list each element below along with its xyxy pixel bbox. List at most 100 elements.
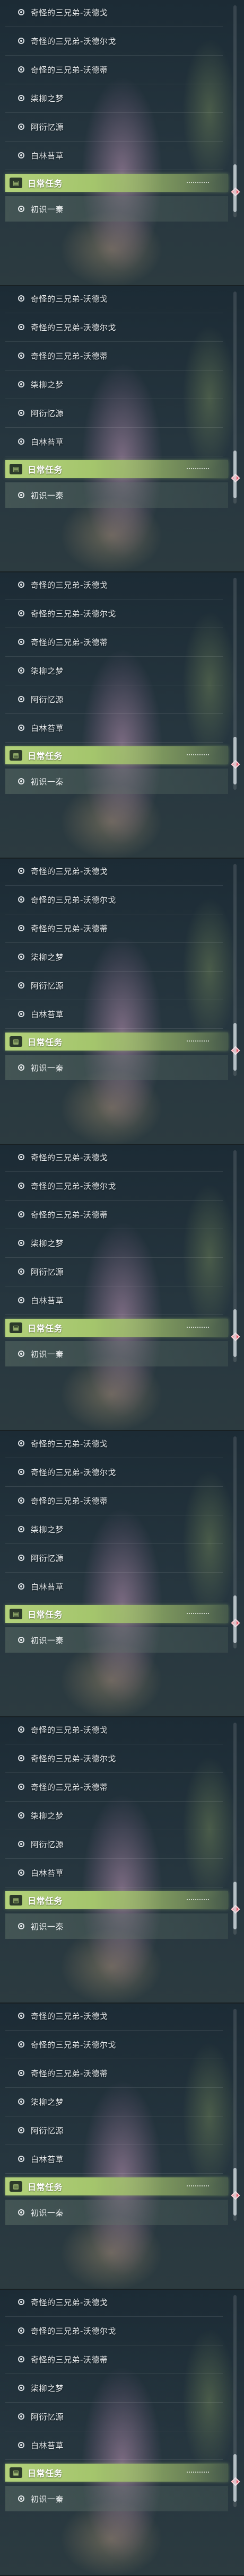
quest-list-scrollbar[interactable] bbox=[233, 1436, 237, 1648]
quest-list-item[interactable]: 白林苔草 bbox=[5, 1000, 223, 1029]
daily-task-item[interactable]: 初识一秦 bbox=[5, 1913, 228, 1939]
quest-list-scrollbar[interactable] bbox=[233, 2009, 237, 2221]
quest-list-item[interactable]: 奇怪的三兄弟-沃德戈 bbox=[5, 0, 223, 27]
quest-list-item[interactable]: 白林苔草 bbox=[5, 1286, 223, 1315]
scrollbar-thumb[interactable] bbox=[233, 2168, 237, 2216]
quest-list-item[interactable]: 奇怪的三兄弟-沃德尔戈 bbox=[5, 885, 223, 914]
daily-task-header[interactable]: ▤ 日常任务 bbox=[5, 1891, 228, 1909]
quest-list-item[interactable]: 奇怪的三兄弟-沃德尔戈 bbox=[5, 2030, 223, 2059]
daily-task-header[interactable]: ▤ 日常任务 bbox=[5, 746, 228, 764]
quest-label: 柒柳之梦 bbox=[31, 1811, 64, 1821]
quest-list-item[interactable]: 奇怪的三兄弟-沃德蒂 bbox=[5, 2345, 223, 2374]
quest-list-item[interactable]: 柒柳之梦 bbox=[5, 1801, 223, 1830]
quest-list-item[interactable]: 奇怪的三兄弟-沃德尔戈 bbox=[5, 599, 223, 628]
quest-label: 阿衍忆源 bbox=[31, 694, 64, 704]
quest-marker-icon bbox=[18, 868, 24, 874]
quest-list-scrollbar[interactable] bbox=[233, 292, 237, 504]
scrollbar-thumb[interactable] bbox=[233, 1023, 237, 1071]
quest-list-item[interactable]: 柒柳之梦 bbox=[5, 1515, 223, 1544]
quest-list-scrollbar[interactable] bbox=[233, 1150, 237, 1362]
quest-list-item[interactable]: 白林苔草 bbox=[5, 2431, 223, 2460]
quest-list-item[interactable]: 奇怪的三兄弟-沃德蒂 bbox=[5, 2059, 223, 2088]
quest-list-item[interactable]: 阿衍忆源 bbox=[5, 1257, 223, 1286]
quest-list-item[interactable]: 奇怪的三兄弟-沃德蒂 bbox=[5, 55, 223, 84]
quest-list-item[interactable]: 阿衍忆源 bbox=[5, 971, 223, 1000]
quest-list-item[interactable]: 柒柳之梦 bbox=[5, 370, 223, 399]
quest-list-scrollbar[interactable] bbox=[233, 578, 237, 790]
quest-list-item[interactable]: 奇怪的三兄弟-沃德尔戈 bbox=[5, 2316, 223, 2345]
quest-list-item[interactable]: 奇怪的三兄弟-沃德蒂 bbox=[5, 914, 223, 943]
daily-task-item[interactable]: 初识一秦 bbox=[5, 769, 228, 794]
quest-list-item[interactable]: 白林苔草 bbox=[5, 713, 223, 743]
quest-list-item[interactable]: 奇怪的三兄弟-沃德蒂 bbox=[5, 628, 223, 657]
quest-list-scrollbar[interactable] bbox=[233, 864, 237, 1076]
quest-list-item[interactable]: 奇怪的三兄弟-沃德戈 bbox=[5, 572, 223, 599]
quest-tracker-panel: 奇怪的三兄弟-沃德戈 奇怪的三兄弟-沃德尔戈 奇怪的三兄弟-沃德蒂 柒柳之梦 阿衍忆源白… bbox=[0, 286, 244, 572]
quest-list-item[interactable]: 奇怪的三兄弟-沃德蒂 bbox=[5, 1772, 223, 1802]
daily-task-header[interactable]: ▤ 日常任务 bbox=[5, 460, 228, 478]
quest-list-item[interactable]: 奇怪的三兄弟-沃德尔戈 bbox=[5, 1744, 223, 1773]
daily-task-item[interactable]: 初识一秦 bbox=[5, 2486, 228, 2511]
quest-list-item[interactable]: 阿衍忆源 bbox=[5, 685, 223, 714]
quest-list-item[interactable]: 柒柳之梦 bbox=[5, 2374, 223, 2403]
quest-list-item[interactable]: 白林苔草 bbox=[5, 141, 223, 170]
quest-list-item[interactable]: 柒柳之梦 bbox=[5, 656, 223, 685]
quest-list-item[interactable]: 奇怪的三兄弟-沃德尔戈 bbox=[5, 1171, 223, 1201]
quest-list-item[interactable]: 柒柳之梦 bbox=[5, 942, 223, 972]
daily-task-header[interactable]: ▤ 日常任务 bbox=[5, 2464, 228, 2482]
scrollbar-thumb[interactable] bbox=[233, 164, 237, 212]
quest-label: 白林苔草 bbox=[31, 723, 64, 733]
quest-label: 奇怪的三兄弟-沃德蒂 bbox=[31, 2354, 108, 2365]
daily-task-header[interactable]: ▤ 日常任务 bbox=[5, 1033, 228, 1051]
scrollbar-thumb[interactable] bbox=[233, 1595, 237, 1643]
daily-task-item[interactable]: 初识一秦 bbox=[5, 1055, 228, 1080]
daily-task-header[interactable]: ▤ 日常任务 bbox=[5, 1605, 228, 1623]
quest-list-scrollbar[interactable] bbox=[233, 5, 237, 217]
quest-list-item[interactable]: 阿衍忆源 bbox=[5, 2402, 223, 2431]
scrollbar-thumb[interactable] bbox=[233, 737, 237, 784]
quest-list-item[interactable]: 白林苔草 bbox=[5, 2145, 223, 2174]
quest-list-item[interactable]: 柒柳之梦 bbox=[5, 84, 223, 113]
quest-list-item[interactable]: 奇怪的三兄弟-沃德尔戈 bbox=[5, 1458, 223, 1487]
quest-list-item[interactable]: 柒柳之梦 bbox=[5, 1229, 223, 1258]
quest-label: 奇怪的三兄弟-沃德戈 bbox=[31, 1439, 108, 1449]
quest-list-scrollbar[interactable] bbox=[233, 2295, 237, 2507]
daily-task-header[interactable]: ▤ 日常任务 bbox=[5, 1319, 228, 1337]
quest-list-item[interactable]: 阿衍忆源 bbox=[5, 112, 223, 142]
quest-list-item[interactable]: 奇怪的三兄弟-沃德蒂 bbox=[5, 1486, 223, 1515]
quest-list-item[interactable]: 奇怪的三兄弟-沃德戈 bbox=[5, 1717, 223, 1744]
daily-task-item-label: 初识一秦 bbox=[31, 1921, 64, 1931]
quest-tracker-panel: 奇怪的三兄弟-沃德戈 奇怪的三兄弟-沃德尔戈 奇怪的三兄弟-沃德蒂 柒柳之梦 阿衍忆源白… bbox=[0, 1145, 244, 1431]
daily-task-item[interactable]: 初识一秦 bbox=[5, 2200, 228, 2225]
quest-marker-icon bbox=[18, 381, 24, 387]
quest-list-item[interactable]: 白林苔草 bbox=[5, 1572, 223, 1601]
quest-list-item[interactable]: 阿衍忆源 bbox=[5, 2116, 223, 2145]
daily-task-item[interactable]: 初识一秦 bbox=[5, 196, 228, 222]
quest-list-item[interactable]: 奇怪的三兄弟-沃德戈 bbox=[5, 1431, 223, 1458]
quest-list-item[interactable]: 奇怪的三兄弟-沃德尔戈 bbox=[5, 27, 223, 56]
quest-list-item[interactable]: 奇怪的三兄弟-沃德戈 bbox=[5, 1145, 223, 1172]
daily-task-item[interactable]: 初识一秦 bbox=[5, 1627, 228, 1653]
daily-task-header[interactable]: ▤ 日常任务 bbox=[5, 174, 228, 192]
daily-task-header[interactable]: ▤ 日常任务 bbox=[5, 2177, 228, 2195]
quest-list-item[interactable]: 奇怪的三兄弟-沃德尔戈 bbox=[5, 313, 223, 342]
quest-list-item[interactable]: 阿衍忆源 bbox=[5, 1543, 223, 1573]
quest-list-item[interactable]: 奇怪的三兄弟-沃德蒂 bbox=[5, 341, 223, 370]
scrollbar-thumb[interactable] bbox=[233, 1882, 237, 1929]
quest-list-item[interactable]: 奇怪的三兄弟-沃德戈 bbox=[5, 286, 223, 313]
quest-list-item[interactable]: 阿衍忆源 bbox=[5, 1830, 223, 1859]
scrollbar-thumb[interactable] bbox=[233, 1309, 237, 1357]
scrollbar-thumb[interactable] bbox=[233, 2454, 237, 2502]
quest-list-scrollbar[interactable] bbox=[233, 1723, 237, 1935]
quest-list-item[interactable]: 奇怪的三兄弟-沃德戈 bbox=[5, 859, 223, 886]
quest-list-item[interactable]: 阿衍忆源 bbox=[5, 399, 223, 428]
scrollbar-thumb[interactable] bbox=[233, 451, 237, 498]
quest-list-item[interactable]: 奇怪的三兄弟-沃德蒂 bbox=[5, 1200, 223, 1229]
quest-list-item[interactable]: 柒柳之梦 bbox=[5, 2087, 223, 2116]
quest-list-item[interactable]: 奇怪的三兄弟-沃德戈 bbox=[5, 2290, 223, 2317]
quest-list-item[interactable]: 白林苔草 bbox=[5, 427, 223, 456]
daily-task-item[interactable]: 初识一秦 bbox=[5, 482, 228, 508]
daily-task-item[interactable]: 初识一秦 bbox=[5, 1341, 228, 1366]
quest-list-item[interactable]: 白林苔草 bbox=[5, 1858, 223, 1887]
quest-list-item[interactable]: 奇怪的三兄弟-沃德戈 bbox=[5, 2004, 223, 2031]
